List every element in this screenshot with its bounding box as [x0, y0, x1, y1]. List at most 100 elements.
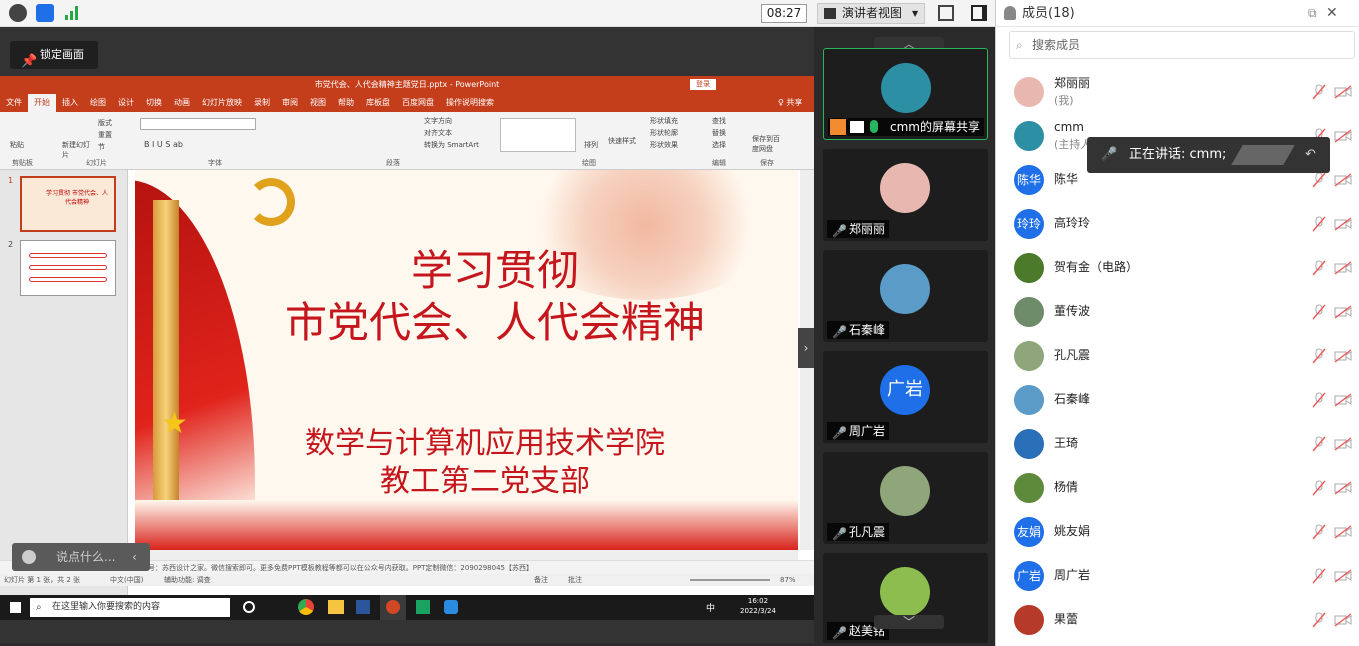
slide-thumbnail-2[interactable]	[20, 240, 116, 296]
video-tile[interactable]: 广岩 🎤 周广岩	[823, 351, 988, 443]
select-button[interactable]: 选择	[712, 140, 726, 150]
muted-mic-icon[interactable]	[1312, 568, 1326, 584]
share-button[interactable]: ♀ 共享	[772, 94, 808, 112]
app-icon[interactable]	[416, 600, 430, 614]
chrome-icon[interactable]	[298, 599, 314, 615]
shape-fill-button[interactable]: 形状填充	[650, 116, 678, 126]
scroll-down-button[interactable]: ﹀	[874, 615, 944, 629]
windows-search-input[interactable]: ⌕ 在这里输入你要搜索的内容	[30, 598, 230, 617]
muted-mic-icon[interactable]	[1312, 304, 1326, 320]
meeting-app-icon[interactable]	[444, 600, 458, 614]
camera-off-icon[interactable]	[1334, 525, 1352, 539]
member-row[interactable]: 王琦	[996, 422, 1359, 466]
windows-start-icon[interactable]	[10, 602, 21, 613]
taskbar-clock[interactable]: 16:02 2022/3/24	[740, 596, 776, 616]
paste-button[interactable]: 粘贴	[10, 140, 24, 150]
member-row[interactable]: 广岩 周广岩	[996, 554, 1359, 598]
camera-off-icon[interactable]	[1334, 305, 1352, 319]
layout-toggle-icon[interactable]	[971, 5, 987, 21]
member-row[interactable]: 玲玲 高玲玲	[996, 202, 1359, 246]
tab-record[interactable]: 录制	[248, 94, 276, 112]
member-row[interactable]: 友娟 姚友娟	[996, 510, 1359, 554]
fullscreen-icon[interactable]	[938, 5, 954, 21]
video-tile[interactable]: 🎤 赵美铭	[823, 553, 988, 643]
member-row[interactable]: 董传波	[996, 290, 1359, 334]
muted-mic-icon[interactable]	[1312, 260, 1326, 276]
tab-help[interactable]: 帮助	[332, 94, 360, 112]
slide-thumbnail-1[interactable]: 学习贯彻 市党代会、人代会精神	[20, 176, 116, 232]
camera-off-icon[interactable]	[1334, 261, 1352, 275]
replace-button[interactable]: 替换	[712, 128, 726, 138]
tab-transitions[interactable]: 切换	[140, 94, 168, 112]
reset-button[interactable]: 重置	[98, 130, 112, 140]
tab-design[interactable]: 设计	[112, 94, 140, 112]
quick-styles-button[interactable]: 快速样式	[608, 136, 636, 146]
member-row[interactable]: 杨倩	[996, 466, 1359, 510]
camera-off-icon[interactable]	[1334, 481, 1352, 495]
notes-button[interactable]: 备注	[534, 574, 548, 586]
video-tile[interactable]: cmm的屏幕共享	[823, 48, 988, 140]
muted-mic-icon[interactable]	[1312, 84, 1326, 100]
presenter-view-button[interactable]: 演讲者视图 ▼	[817, 3, 925, 24]
text-direction-button[interactable]: 文字方向	[424, 116, 452, 126]
align-text-button[interactable]: 对齐文本	[424, 128, 452, 138]
font-select[interactable]	[140, 118, 256, 130]
tab-animations[interactable]: 动画	[168, 94, 196, 112]
new-slide-button[interactable]: 新建幻灯片	[62, 140, 90, 160]
login-button[interactable]: 登录	[690, 79, 716, 90]
muted-mic-icon[interactable]	[1312, 172, 1326, 188]
camera-off-icon[interactable]	[1334, 85, 1352, 99]
member-row[interactable]: 石秦峰	[996, 378, 1359, 422]
muted-mic-icon[interactable]	[1312, 480, 1326, 496]
cortana-icon[interactable]	[243, 601, 255, 613]
muted-mic-icon[interactable]	[1312, 216, 1326, 232]
arrange-button[interactable]: 排列	[584, 140, 598, 150]
font-style-buttons[interactable]: B I U S ab	[144, 140, 183, 149]
lock-screen-button[interactable]: 📌 锁定画面	[10, 41, 98, 69]
collapse-video-button[interactable]: ›	[798, 328, 814, 368]
file-explorer-icon[interactable]	[328, 600, 344, 614]
muted-mic-icon[interactable]	[1312, 436, 1326, 452]
tab-review[interactable]: 审阅	[276, 94, 304, 112]
camera-off-icon[interactable]	[1334, 393, 1352, 407]
camera-off-icon[interactable]	[1334, 217, 1352, 231]
chat-input[interactable]: 说点什么... ‹	[12, 543, 150, 571]
tab-draw[interactable]: 绘图	[84, 94, 112, 112]
find-button[interactable]: 查找	[712, 116, 726, 126]
word-icon[interactable]	[356, 600, 370, 614]
muted-mic-icon[interactable]	[1312, 348, 1326, 364]
tab-baidu[interactable]: 百度网盘	[396, 94, 440, 112]
camera-off-icon[interactable]	[1334, 437, 1352, 451]
shape-outline-button[interactable]: 形状轮廓	[650, 128, 678, 138]
member-row[interactable]: 贺有金（电路）	[996, 246, 1359, 290]
popout-icon[interactable]: ⧉	[1308, 0, 1317, 27]
shapes-gallery[interactable]	[500, 118, 576, 152]
tab-insert[interactable]: 插入	[56, 94, 84, 112]
member-row[interactable]: 孔凡震	[996, 334, 1359, 378]
video-tile[interactable]: 🎤 郑丽丽	[823, 149, 988, 241]
shield-icon[interactable]	[36, 4, 54, 22]
camera-off-icon[interactable]	[1334, 569, 1352, 583]
emoji-icon[interactable]	[22, 550, 36, 564]
tab-library[interactable]: 库板盘	[360, 94, 396, 112]
chevron-left-icon[interactable]: ‹	[132, 543, 137, 571]
info-icon[interactable]	[9, 4, 27, 22]
section-button[interactable]: 节	[98, 142, 105, 152]
signal-icon[interactable]	[65, 6, 81, 20]
tab-slideshow[interactable]: 幻灯片放映	[196, 94, 248, 112]
smartart-button[interactable]: 转换为 SmartArt	[424, 140, 479, 150]
comments-button[interactable]: 批注	[568, 574, 582, 586]
save-baidu-button[interactable]: 保存到百度网盘	[752, 134, 782, 154]
layout-button[interactable]: 版式	[98, 118, 112, 128]
muted-mic-icon[interactable]	[1312, 524, 1326, 540]
slide-canvas[interactable]: 学习贯彻 市党代会、人代会精神 数学与计算机应用技术学院 教工第二党支部 ★	[135, 170, 798, 550]
reply-icon[interactable]: ↶	[1305, 137, 1316, 173]
tab-file[interactable]: 文件	[0, 94, 28, 112]
camera-off-icon[interactable]	[1334, 173, 1352, 187]
tab-search[interactable]: 操作说明搜索	[440, 94, 500, 112]
camera-off-icon[interactable]	[1334, 613, 1352, 627]
member-row[interactable]: 郑丽丽 (我)	[996, 70, 1359, 114]
powerpoint-icon[interactable]	[386, 600, 400, 614]
camera-off-icon[interactable]	[1334, 129, 1352, 143]
horizontal-scrollbar[interactable]	[135, 550, 798, 560]
